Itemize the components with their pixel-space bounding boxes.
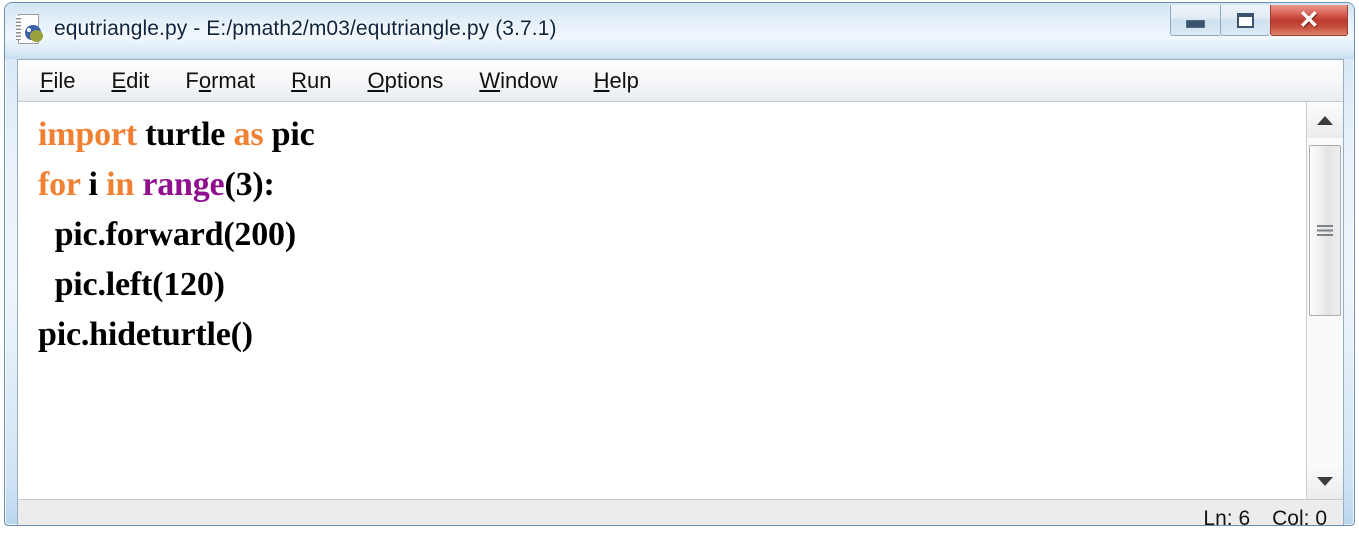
code-line: pic.forward(200) <box>38 210 1306 260</box>
code-line: import turtle as pic <box>38 110 1306 160</box>
minimize-button[interactable] <box>1170 5 1220 36</box>
title-bar[interactable]: equtriangle.py - E:/pmath2/m03/equtriang… <box>5 3 1354 59</box>
scrollbar-grip-icon <box>1317 224 1333 236</box>
icon-python-snake-green <box>30 30 43 42</box>
client-area: File Edit Format Run Options Window Help impor… <box>17 59 1344 499</box>
scroll-up-button[interactable] <box>1307 102 1343 138</box>
idle-editor-window: equtriangle.py - E:/pmath2/m03/equtriang… <box>4 2 1355 526</box>
code-line: pic.left(120) <box>38 260 1306 310</box>
column-indicator: Col: 0 <box>1272 507 1327 526</box>
code-token: (3): <box>224 166 275 203</box>
code-token: range <box>142 166 225 203</box>
code-token: pic <box>271 116 315 153</box>
code-token: in <box>106 166 135 203</box>
code-token: pic.hideturtle() <box>38 316 253 353</box>
close-button[interactable]: ✕ <box>1270 5 1348 36</box>
scrollbar-track[interactable] <box>1307 138 1343 463</box>
code-line: for i in range(3): <box>38 160 1306 210</box>
triangle-up-icon <box>1317 115 1333 125</box>
menu-item-run[interactable]: Run <box>291 69 331 92</box>
code-line: pic.hideturtle() <box>38 310 1306 360</box>
minimize-icon <box>1186 20 1205 28</box>
menu-item-help[interactable]: Help <box>594 69 639 92</box>
icon-page-perforation <box>16 16 21 40</box>
status-bar: Ln: 6 Col: 0 <box>17 499 1344 526</box>
python-file-icon <box>15 13 45 45</box>
window-title: equtriangle.py - E:/pmath2/m03/equtriang… <box>54 17 557 40</box>
code-token: as <box>233 116 264 153</box>
menu-item-file[interactable]: File <box>40 69 75 92</box>
triangle-down-icon <box>1317 476 1333 486</box>
code-token: i <box>88 166 98 203</box>
vertical-scrollbar[interactable] <box>1306 102 1343 499</box>
menu-item-window[interactable]: Window <box>479 69 557 92</box>
menu-bar: File Edit Format Run Options Window Help <box>18 60 1343 102</box>
code-token: pic.forward(200) <box>38 216 297 253</box>
title-bar-content: equtriangle.py - E:/pmath2/m03/equtriang… <box>15 11 557 47</box>
code-token: turtle <box>145 116 226 153</box>
menu-item-options[interactable]: Options <box>367 69 443 92</box>
icon-python-snake-eye <box>27 28 31 32</box>
maximize-button[interactable] <box>1220 5 1270 36</box>
line-indicator: Ln: 6 <box>1203 507 1251 526</box>
close-icon: ✕ <box>1298 5 1320 34</box>
code-editor[interactable]: import turtle as pic for i in range(3): p… <box>18 102 1306 499</box>
code-token: pic.left(120) <box>38 266 225 303</box>
menu-item-format[interactable]: Format <box>185 69 255 92</box>
menu-item-edit[interactable]: Edit <box>111 69 149 92</box>
window-controls: ✕ <box>1170 5 1348 36</box>
maximize-icon <box>1237 12 1254 28</box>
code-token: import <box>38 116 137 153</box>
editor-row: import turtle as pic for i in range(3): p… <box>18 102 1343 499</box>
code-token: for <box>38 166 81 203</box>
scroll-down-button[interactable] <box>1307 463 1343 499</box>
scrollbar-thumb[interactable] <box>1309 144 1341 316</box>
